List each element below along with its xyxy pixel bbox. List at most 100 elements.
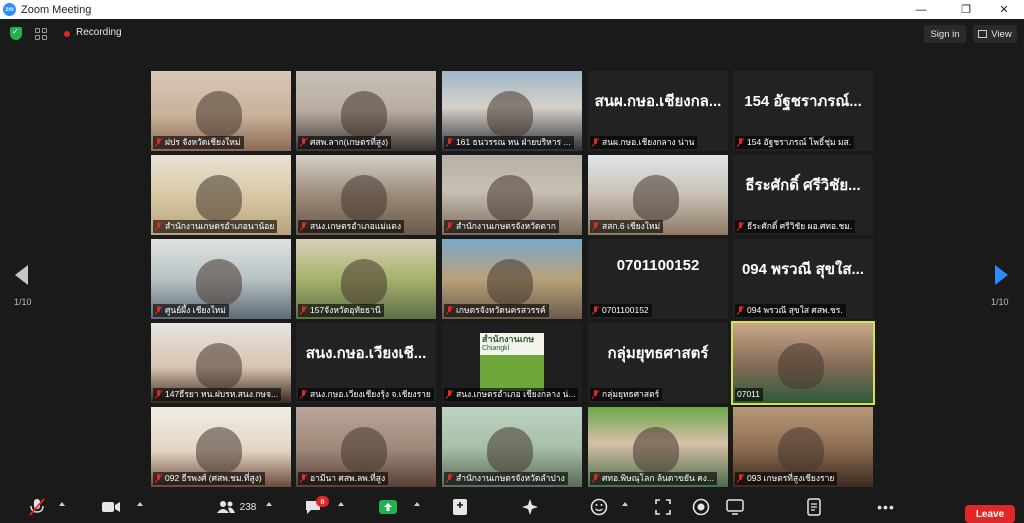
video-tile[interactable]: สำนักงานเกษตรจังหวัดตาก (442, 155, 582, 235)
video-camera-icon[interactable] (100, 497, 122, 517)
video-options-chevron-icon[interactable] (137, 502, 143, 506)
zoom-logo-icon: zm (3, 3, 16, 16)
participant-silhouette (633, 427, 679, 473)
participant-name-tag: 147ธีรยา หน.ฝบรห.สนง.กษจ... (153, 388, 282, 401)
muted-mic-icon (446, 390, 453, 399)
participant-name-tag: สำนักงานเกษตรจังหวัดลำปาง (444, 472, 568, 485)
video-tile[interactable]: กลุ่มยุทธศาสตร์ กลุ่มยุทธศาสตร์ (588, 323, 728, 403)
video-tile[interactable]: สสก.6 เชียงใหม่ (588, 155, 728, 235)
chat-options-chevron-icon[interactable] (338, 502, 344, 506)
leave-button[interactable]: Leave (965, 505, 1015, 523)
participant-name-tag: กลุ่มยุทธศาสตร์ (590, 388, 663, 401)
participant-silhouette (778, 343, 824, 389)
video-tile[interactable]: ศูนย์ผึ้ง เชียงใหม่ (151, 239, 291, 319)
participant-name-tag: ธีระศักดิ์ ศรีวิชัย ผอ.ศทอ.ชม. (735, 220, 856, 233)
participant-name: สสก.6 เชียงใหม่ (602, 221, 661, 231)
participant-name: 093 เกษตรที่สูงเชียงราย (747, 473, 835, 483)
video-tile[interactable]: สนง.เกษตรอำเภอแม่แตง (296, 155, 436, 235)
chat-unread-badge: 8 (316, 496, 329, 507)
muted-mic-icon (155, 474, 162, 483)
maximize-icon[interactable]: ❐ (949, 0, 983, 19)
video-tile[interactable]: ธีระศักดิ์ ศรีวิชัย... ธีระศักดิ์ ศรีวิชั… (733, 155, 873, 235)
participant-name-tag: 0701100152 (590, 304, 652, 317)
muted-mic-icon (592, 474, 599, 483)
share-screen-icon[interactable] (377, 497, 399, 517)
participant-name: ฝปร จังหวัดเชียงใหม่ (165, 137, 241, 147)
focus-mode-icon[interactable] (652, 497, 674, 517)
participant-name: สนผ.กษอ.เชียงกลาง น่าน (602, 137, 695, 147)
participant-name-tag: สำนักงานเกษตรจังหวัดตาก (444, 220, 559, 233)
view-button[interactable]: View (973, 25, 1017, 43)
muted-mic-icon (155, 138, 162, 147)
video-tile[interactable]: 154 อัฐชราภรณ์... 154 อัฐชราภรณ์ โพธิ์ชุ่… (733, 71, 873, 151)
muted-mic-icon (300, 306, 307, 315)
sign-in-button[interactable]: Sign in (924, 25, 966, 43)
reactions-smiley-icon[interactable] (588, 497, 610, 517)
meeting-info-icon[interactable] (35, 28, 47, 40)
video-tile[interactable]: 147ธีรยา หน.ฝบรห.สนง.กษจ... (151, 323, 291, 403)
ai-companion-sparkle-icon[interactable] (518, 497, 542, 517)
participants-options-chevron-icon[interactable] (266, 502, 272, 506)
video-tile[interactable]: ศทอ.พิษณุโลก ล้นดาขยัน คง... (588, 407, 728, 487)
participant-silhouette (487, 91, 533, 137)
muted-mic-icon (737, 306, 744, 315)
participant-name: 154 อัฐชราภรณ์ โพธิ์ชุ่ม มส. (747, 137, 852, 147)
captions-display-icon[interactable] (724, 497, 746, 517)
participant-display-name: กลุ่มยุทธศาสตร์ (607, 345, 709, 362)
video-tile[interactable]: 093 เกษตรที่สูงเชียงราย (733, 407, 873, 487)
participant-silhouette (196, 259, 242, 305)
record-icon[interactable] (690, 497, 712, 517)
audio-options-chevron-icon[interactable] (59, 502, 65, 506)
video-tile[interactable]: เกษตรจังหวัดนครสวรรค์ (442, 239, 582, 319)
participant-display-name: 154 อัฐชราภรณ์... (744, 93, 862, 110)
participant-name: 092 ธีรพงศ์ (ศสพ.ชม.ที่สูง) (165, 473, 262, 483)
unmute-mic-icon[interactable] (22, 497, 52, 517)
participant-silhouette (196, 175, 242, 221)
video-tile[interactable]: ศสพ.ลาก(เกษตรที่สูง) (296, 71, 436, 151)
previous-page-arrow-icon[interactable] (15, 265, 28, 285)
muted-mic-icon (155, 390, 162, 399)
video-tile[interactable]: สำนักงานเกษตรจังหวัดลำปาง (442, 407, 582, 487)
muted-mic-icon (592, 306, 599, 315)
recording-label[interactable]: Recording (76, 27, 122, 38)
security-shield-icon[interactable] (10, 27, 22, 40)
video-tile[interactable]: สำนักงานเกษ Chiangkl สนง.เกษตรอำเภอ เชียงก… (442, 323, 582, 403)
notes-document-icon[interactable] (803, 497, 825, 517)
video-tile[interactable]: 161 ธนวรรณ หน ฝ่ายบริหาร ... (442, 71, 582, 151)
video-tile[interactable]: สำนักงานเกษตรอำเภอนาน้อย (151, 155, 291, 235)
video-tile[interactable]: 092 ธีรพงศ์ (ศสพ.ชม.ที่สูง) (151, 407, 291, 487)
video-tile[interactable]: สนผ.กษอ.เชียงกล... สนผ.กษอ.เชียงกลาง น่าน (588, 71, 728, 151)
page-indicator-left: 1/10 (14, 297, 32, 307)
participant-silhouette (341, 427, 387, 473)
participant-name: สำนักงานเกษตรอำเภอนาน้อย (165, 221, 275, 231)
video-tile[interactable]: สนง.กษอ.เวียงเชี... สนง.กษอ.เวียงเชียงรุ้… (296, 323, 436, 403)
more-options-icon[interactable]: ••• (875, 497, 897, 517)
share-options-chevron-icon[interactable] (414, 502, 420, 506)
participant-silhouette (487, 259, 533, 305)
video-tile[interactable]: อามีนา ศสพ.ลพ.ที่สูง (296, 407, 436, 487)
banner-title: สำนักงานเกษ (482, 334, 535, 344)
muted-mic-icon (155, 222, 162, 231)
muted-mic-icon (300, 390, 307, 399)
video-tile[interactable]: 094 พรวณี สุขใส... 094 พรวณี สุขใส ศสพ.ชร… (733, 239, 873, 319)
participant-name-tag: 093 เกษตรที่สูงเชียงราย (735, 472, 838, 485)
reactions-options-chevron-icon[interactable] (622, 502, 628, 506)
minimize-icon[interactable]: — (904, 0, 938, 19)
close-icon[interactable]: ✕ (987, 0, 1021, 19)
video-tile[interactable]: ฝปร จังหวัดเชียงใหม่ (151, 71, 291, 151)
next-page-arrow-icon[interactable] (995, 265, 1008, 285)
participant-name-tag: สนง.เกษตรอำเภอ เชียงกลาง น่... (444, 388, 579, 401)
participants-button[interactable]: 238 (214, 497, 258, 517)
participant-name: 161 ธนวรรณ หน ฝ่ายบริหาร ... (456, 137, 571, 147)
participant-silhouette (341, 259, 387, 305)
meeting-toolbar: 238 ••• (0, 493, 1024, 519)
participant-name-tag: ศทอ.พิษณุโลก ล้นดาขยัน คง... (590, 472, 718, 485)
video-tile[interactable]: 07011 (731, 321, 875, 405)
participant-name: 094 พรวณี สุขใส ศสพ.ชร. (747, 305, 843, 315)
participant-name: เกษตรจังหวัดนครสวรรค์ (456, 305, 546, 315)
video-tile[interactable]: 157จังหวัดอุทัยธานี (296, 239, 436, 319)
apps-icon[interactable] (449, 497, 471, 517)
participant-name-tag: 157จังหวัดอุทัยธานี (298, 304, 384, 317)
participants-icon (216, 501, 235, 513)
video-tile[interactable]: 0701100152 0701100152 (588, 239, 728, 319)
